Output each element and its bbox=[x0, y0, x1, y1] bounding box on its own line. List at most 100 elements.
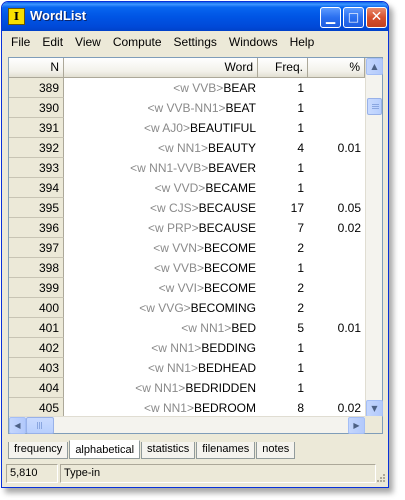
menu-windows[interactable]: Windows bbox=[224, 35, 283, 49]
pos-tag: <w VVB-NN1> bbox=[147, 101, 226, 115]
word-cell: <w NN1>BEDROOM bbox=[64, 398, 258, 418]
word-cell: <w NN1>BEDRIDDEN bbox=[64, 378, 258, 398]
word-list-grid: N Word Freq. % 389 <w VVB>BEAR 1 390 <w VVB-… bbox=[8, 57, 383, 434]
row-number: 391 bbox=[9, 118, 64, 138]
menu-edit[interactable]: Edit bbox=[37, 35, 68, 49]
column-header-n[interactable]: N bbox=[9, 58, 64, 78]
table-row[interactable]: 399 <w VVI>BECOME 2 bbox=[9, 278, 365, 298]
table-row[interactable]: 389 <w VVB>BEAR 1 bbox=[9, 78, 365, 98]
column-header-percent[interactable]: % bbox=[308, 58, 365, 78]
thumb-grip bbox=[39, 422, 40, 429]
freq-cell: 2 bbox=[297, 301, 304, 315]
table-row[interactable]: 397 <w VVN>BECOME 2 bbox=[9, 238, 365, 258]
table-row[interactable]: 403 <w NN1>BEDHEAD 1 bbox=[9, 358, 365, 378]
word-cell: <w NN1>BEAUTY bbox=[64, 138, 258, 158]
arrow-down-icon: ▼ bbox=[371, 404, 378, 413]
word-text: BECAUSE bbox=[198, 221, 256, 235]
maximize-button[interactable]: □ bbox=[343, 7, 364, 28]
menu-compute[interactable]: Compute bbox=[108, 35, 167, 49]
table-row[interactable]: 390 <w VVB-NN1>BEAT 1 bbox=[9, 98, 365, 118]
title-bar[interactable]: I WordList ▁ □ ✕ bbox=[2, 2, 388, 31]
vertical-scrollbar[interactable]: ▲ ▼ bbox=[365, 58, 383, 417]
word-cell: <w AJ0>BEAUTIFUL bbox=[64, 118, 258, 138]
word-text: BEDRIDDEN bbox=[185, 381, 256, 395]
table-row[interactable]: 396 <w PRP>BECAUSE 7 0.02 bbox=[9, 218, 365, 238]
tab-frequency[interactable]: frequency bbox=[8, 442, 69, 459]
resize-grip-icon[interactable] bbox=[375, 472, 385, 482]
freq-cell: 1 bbox=[297, 181, 304, 195]
row-number: 397 bbox=[9, 238, 64, 258]
table-body: 389 <w VVB>BEAR 1 390 <w VVB-NN1>BEAT 1 391 <w … bbox=[9, 78, 365, 418]
table-row[interactable]: 400 <w VVG>BECOMING 2 bbox=[9, 298, 365, 318]
tab-statistics[interactable]: statistics bbox=[141, 442, 196, 459]
row-number: 405 bbox=[9, 398, 64, 418]
row-number: 389 bbox=[9, 78, 64, 98]
horizontal-scrollbar[interactable]: ◀ ▶ bbox=[9, 416, 365, 434]
table-row[interactable]: 402 <w NN1>BEDDING 1 bbox=[9, 338, 365, 358]
word-cell: <w VVB>BEAR bbox=[64, 78, 258, 98]
row-number: 399 bbox=[9, 278, 64, 298]
table-row[interactable]: 392 <w NN1>BEAUTY 4 0.01 bbox=[9, 138, 365, 158]
freq-cell: 1 bbox=[297, 261, 304, 275]
percent-cell bbox=[308, 238, 365, 258]
freq-cell: 1 bbox=[297, 341, 304, 355]
pos-tag: <w PRP> bbox=[147, 221, 199, 235]
table-row[interactable]: 398 <w VVB>BECOME 1 bbox=[9, 258, 365, 278]
row-number: 404 bbox=[9, 378, 64, 398]
pos-tag: <w NN1-VVB> bbox=[130, 161, 209, 175]
minimize-button[interactable]: ▁ bbox=[320, 7, 341, 28]
window-title: WordList bbox=[30, 8, 87, 23]
table-row[interactable]: 401 <w NN1>BED 5 0.01 bbox=[9, 318, 365, 338]
word-cell: <w CJS>BECAUSE bbox=[64, 198, 258, 218]
tab-filenames[interactable]: filenames bbox=[196, 442, 256, 459]
menu-help[interactable]: Help bbox=[285, 35, 320, 49]
close-button[interactable]: ✕ bbox=[366, 7, 387, 28]
freq-cell: 1 bbox=[297, 361, 304, 375]
tab-notes[interactable]: notes bbox=[256, 442, 296, 459]
menu-file[interactable]: File bbox=[6, 35, 35, 49]
freq-cell: 2 bbox=[297, 281, 304, 295]
percent-cell bbox=[308, 278, 365, 298]
table-row[interactable]: 404 <w NN1>BEDRIDDEN 1 bbox=[9, 378, 365, 398]
freq-cell: 4 bbox=[297, 141, 304, 155]
column-header-freq[interactable]: Freq. bbox=[258, 58, 308, 78]
pos-tag: <w NN1> bbox=[181, 321, 232, 335]
percent-cell bbox=[308, 258, 365, 278]
table-row[interactable]: 393 <w NN1-VVB>BEAVER 1 bbox=[9, 158, 365, 178]
menu-bar: File Edit View Compute Settings Windows … bbox=[2, 31, 388, 53]
table-row[interactable]: 405 <w NN1>BEDROOM 8 0.02 bbox=[9, 398, 365, 418]
table-row[interactable]: 394 <w VVD>BECAME 1 bbox=[9, 178, 365, 198]
word-cell: <w VVB-NN1>BEAT bbox=[64, 98, 258, 118]
scroll-up-button[interactable]: ▲ bbox=[366, 58, 383, 75]
scroll-right-button[interactable]: ▶ bbox=[348, 417, 365, 434]
menu-view[interactable]: View bbox=[70, 35, 106, 49]
row-number: 393 bbox=[9, 158, 64, 178]
pos-tag: <w VVG> bbox=[139, 301, 191, 315]
horizontal-scroll-thumb[interactable] bbox=[26, 417, 54, 434]
close-icon: ✕ bbox=[370, 9, 383, 25]
table-row[interactable]: 395 <w CJS>BECAUSE 17 0.05 bbox=[9, 198, 365, 218]
menu-settings[interactable]: Settings bbox=[169, 35, 222, 49]
row-number: 392 bbox=[9, 138, 64, 158]
row-number: 401 bbox=[9, 318, 64, 338]
percent-cell bbox=[308, 78, 365, 98]
vertical-scroll-thumb[interactable] bbox=[367, 98, 382, 115]
thumb-grip bbox=[37, 422, 38, 429]
pos-tag: <w VVD> bbox=[154, 181, 206, 195]
pos-tag: <w NN1> bbox=[151, 341, 202, 355]
word-text: BEAVER bbox=[208, 161, 256, 175]
pos-tag: <w NN1> bbox=[143, 401, 194, 415]
tab-alphabetical[interactable]: alphabetical bbox=[69, 440, 141, 459]
thumb-grip bbox=[372, 108, 379, 109]
view-tabs: frequency alphabetical statistics filenames… bbox=[8, 440, 296, 459]
app-icon[interactable]: I bbox=[8, 8, 25, 25]
scroll-down-button[interactable]: ▼ bbox=[366, 400, 383, 417]
column-header-word[interactable]: Word bbox=[64, 58, 258, 78]
scroll-left-button[interactable]: ◀ bbox=[9, 417, 26, 434]
table-row[interactable]: 391 <w AJ0>BEAUTIFUL 1 bbox=[9, 118, 365, 138]
freq-cell: 7 bbox=[297, 221, 304, 235]
freq-cell: 1 bbox=[297, 101, 304, 115]
thumb-grip bbox=[372, 104, 379, 105]
pos-tag: <w VVI> bbox=[158, 281, 204, 295]
row-number: 398 bbox=[9, 258, 64, 278]
